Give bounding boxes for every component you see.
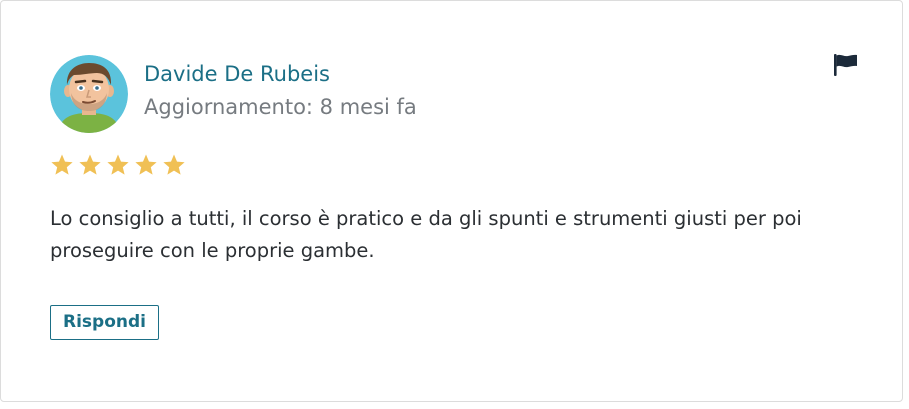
flag-icon[interactable] <box>831 52 861 78</box>
star-icon <box>162 153 186 177</box>
review-card: Davide De Rubeis Aggiornamento: 8 mesi f… <box>0 0 903 402</box>
review-updated-time: Aggiornamento: 8 mesi fa <box>144 95 417 119</box>
star-icon <box>78 153 102 177</box>
avatar-illustration <box>50 55 128 133</box>
avatar[interactable] <box>50 55 128 133</box>
star-icon <box>106 153 130 177</box>
star-rating <box>50 153 186 177</box>
review-author-name[interactable]: Davide De Rubeis <box>144 60 330 88</box>
review-body: Lo consiglio a tutti, il corso è pratico… <box>50 207 802 262</box>
star-icon <box>134 153 158 177</box>
reply-button[interactable]: Rispondi <box>50 305 159 340</box>
star-icon <box>50 153 74 177</box>
